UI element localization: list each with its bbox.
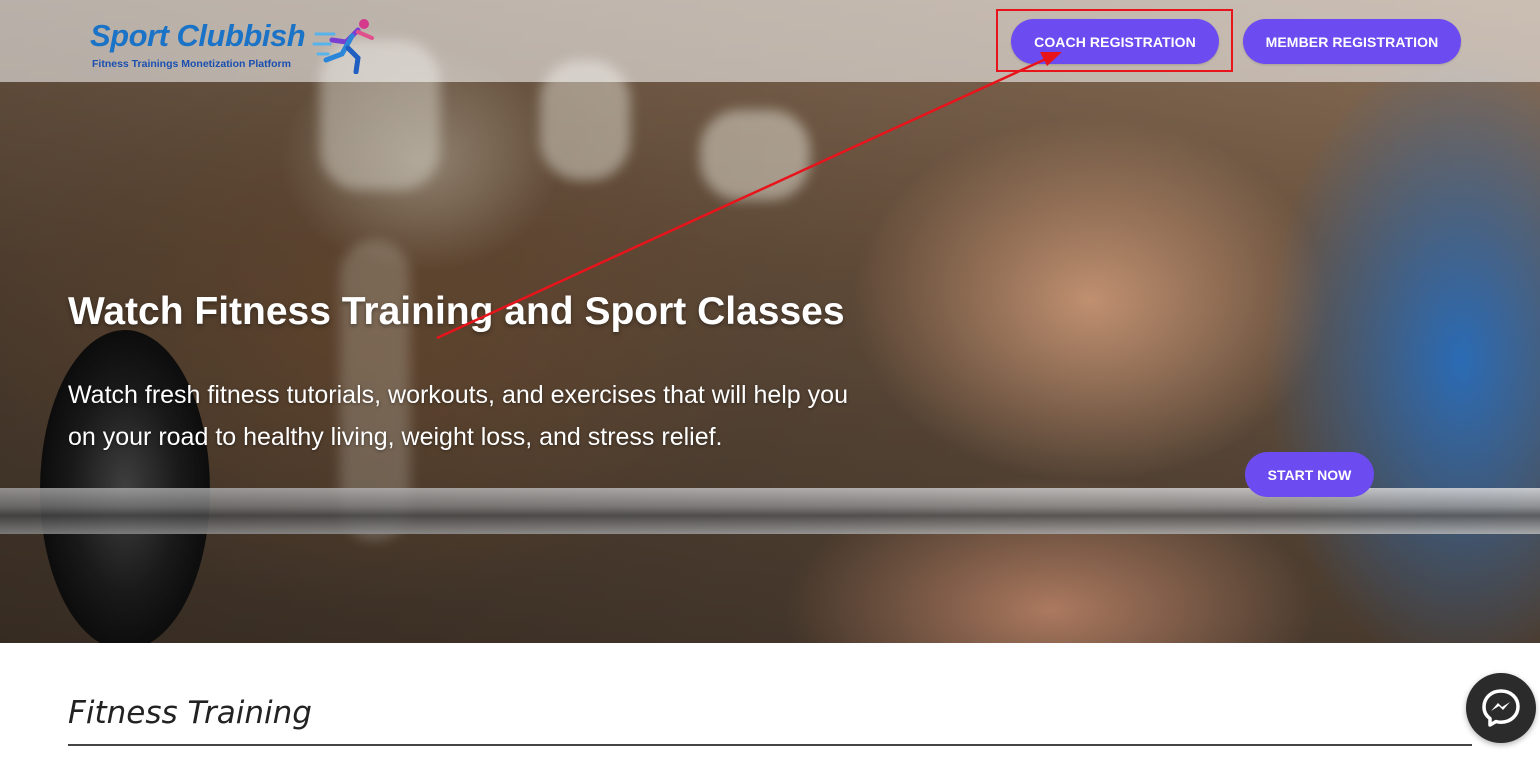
logo-title: Sport Clubbish	[90, 18, 306, 53]
member-registration-button[interactable]: MEMBER REGISTRATION	[1243, 19, 1461, 64]
messenger-chat-button[interactable]	[1466, 673, 1536, 743]
messenger-icon	[1482, 689, 1520, 727]
hero-description: Watch fresh fitness tutorials, workouts,…	[68, 381, 848, 451]
runner-icon	[312, 19, 374, 74]
site-header: Sport Clubbish Fitness Trainings Monetiz…	[0, 0, 1540, 82]
section-title: Fitness Training	[68, 695, 312, 731]
annotation-highlight-box	[996, 9, 1233, 72]
site-logo[interactable]: Sport Clubbish Fitness Trainings Monetiz…	[90, 14, 390, 76]
logo-subtitle: Fitness Trainings Monetization Platform	[92, 58, 291, 70]
content-section: Fitness Training	[50, 643, 1490, 768]
start-now-button[interactable]: START NOW	[1245, 452, 1374, 497]
section-divider	[68, 744, 1472, 746]
hero-title: Watch Fitness Training and Sport Classes	[68, 290, 845, 333]
